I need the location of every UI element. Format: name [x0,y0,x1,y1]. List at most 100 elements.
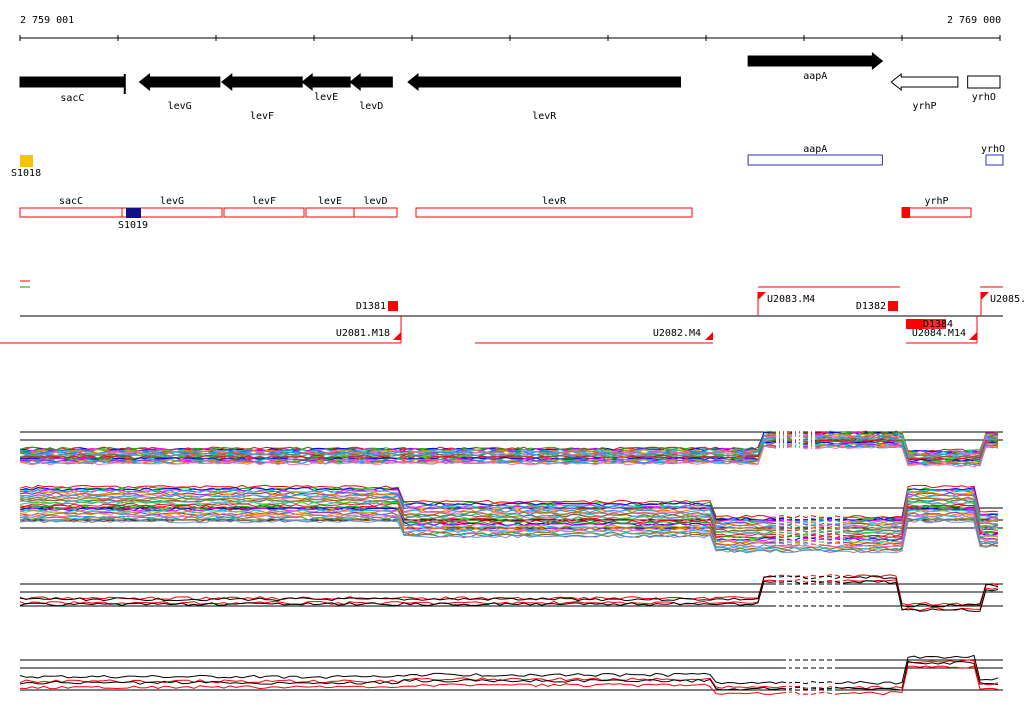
panel-gap [800,570,803,615]
red-box-levD [353,207,398,218]
panel-gap [786,650,789,700]
transcript-end-u2084 [969,332,977,340]
transcript-start-u2083 [758,292,766,300]
panel-gap [776,420,779,470]
label-u2082: U2082.M4 [653,328,701,339]
site-label-s1018: S1018 [11,168,41,179]
panel-gap [784,570,787,615]
site-label-s1019: S1019 [118,220,148,231]
gene-label-levG: levG [168,101,192,112]
gene-arrow-sacC [19,76,126,88]
ruler-end-label: 2 769 000 [947,15,1001,26]
expression-panel-3 [19,570,1003,615]
panel-gap [832,570,835,615]
label-u2081: U2081.M18 [336,328,390,339]
gene-arrow-yrhO [967,75,1001,89]
panel-gap [780,420,783,470]
gene-label-levR: levR [532,111,557,122]
ruler-start-label: 2 759 001 [20,15,74,26]
panel-gap [776,570,779,615]
red-box-levR [415,207,693,218]
blue-box-aapa [747,154,883,166]
gene-label-levF: levF [250,111,274,122]
panel-gap [840,570,843,615]
expression-panels [19,420,1003,700]
panel-gap [800,480,803,545]
transcript-end-u2081 [393,332,401,340]
panel-gap [816,650,819,700]
panel-gap [800,420,803,470]
gene-arrow-levF [221,72,303,92]
blue-box-label-yrho: yrhO [981,144,1005,155]
site-marker-yellow [20,155,33,167]
gene-label-levD: levD [359,101,383,112]
label-u2085: U2085. [990,294,1024,305]
panel-gap [792,570,795,615]
gene-arrow-levR [407,72,681,92]
red-box-sacC [19,207,123,218]
red-box-yrhp-start [902,207,910,218]
transcript-end-u2082 [705,332,713,340]
panel-gap [792,420,795,470]
panel-gap [816,480,819,545]
expression-trace [19,580,999,612]
genome-canvas: 2 759 001 2 769 000 sacC levG levF levE levD… [0,15,1024,700]
panel-gap [796,420,799,470]
blue-box-label-aapa: aapA [803,144,827,155]
panel-gap [784,480,787,545]
gene-label-yrhP: yrhP [912,101,936,112]
panel-gap [784,420,787,470]
label-u2083: U2083.M4 [767,294,815,305]
panel-gap [808,650,811,700]
label-d1381: D1381 [356,301,386,312]
red-box-levE [305,207,355,218]
panel-gap [832,650,835,700]
panel-gap [792,480,795,545]
marker-d1382 [888,301,898,311]
feature-track: S1018 aapA yrhO sacC levG levF levE levD levR yrh… [11,144,1005,288]
red-box-label-levD: levD [363,196,387,207]
transcription-track: D1381 U2083.M4 D1382 U2085. U2081.M18 U2082.M… [0,286,1024,344]
transcript-start-u2085 [981,292,989,300]
panel-gap [776,480,779,545]
gene-arrow-aapA [747,51,884,71]
coordinate-ruler [19,35,1001,41]
red-box-label-sacC: sacC [59,196,83,207]
red-box-label-levR: levR [542,196,567,207]
gene-label-yrhO: yrhO [972,92,996,103]
red-box-label-levE: levE [318,196,342,207]
gene-arrow-levE [301,72,351,92]
red-box-label-levF: levF [252,196,276,207]
panel-gap [808,420,811,470]
expression-panel-2 [19,480,1003,554]
expression-panel-1 [19,420,1003,470]
red-box-levF [223,207,305,218]
panel-gap [824,480,827,545]
panel-gap [840,480,843,545]
red-box-yrhP [901,207,972,218]
gene-label-levE: levE [314,92,338,103]
gene-arrow-yrhP [890,72,959,92]
panel-gap [800,650,803,700]
label-d1382: D1382 [856,301,886,312]
gene-label-sacC: sacC [60,93,84,104]
red-box-label-yrhP: yrhP [924,196,948,207]
panel-gap [824,570,827,615]
panel-gap [824,650,827,700]
expression-panel-4 [19,650,1003,700]
marker-d1381 [388,301,398,311]
gene-label-aapA: aapA [803,71,827,82]
blue-box-yrho [985,154,1004,166]
site-marker-blue [126,208,141,218]
gene-track: sacC levG levF levE levD levR aapA yrhP yrhO [19,51,1001,122]
panel-gap [812,420,815,470]
panel-gap [816,570,819,615]
gene-arrow-levD [349,72,393,92]
expression-trace [19,660,999,691]
gene-arrow-levG [138,72,221,92]
panel-gap [792,650,795,700]
panel-gap [808,480,811,545]
label-u2084: U2084.M14 [912,328,966,339]
panel-gap [832,480,835,545]
red-box-label-levG: levG [160,196,184,207]
